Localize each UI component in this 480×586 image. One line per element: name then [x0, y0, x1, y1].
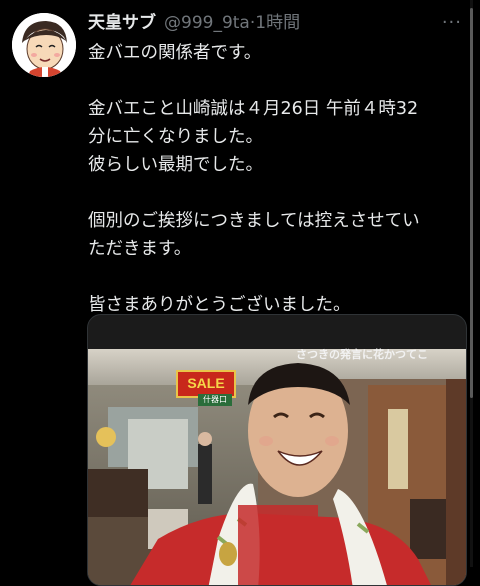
display-name[interactable]: 天皇サブ — [88, 12, 156, 34]
tweet-text-line: 彼らしい最期でした。 — [88, 155, 263, 175]
photo-store-interior — [88, 349, 466, 585]
tweet-text-line: 個別のご挨拶につきましては控えさせてい — [88, 211, 420, 231]
tweet-text-line: 金バエの関係者です。 — [88, 43, 262, 63]
user-handle[interactable]: @999_9ta — [164, 12, 250, 34]
store-sign: 什器口 — [198, 394, 232, 406]
tweet-text-line: 金バエこと山崎誠は４月26日 午前４時32 — [88, 99, 419, 119]
avatar[interactable] — [12, 13, 76, 77]
timestamp[interactable]: 1時間 — [255, 12, 300, 34]
video-caption: さつきの発言に花かつてこ — [296, 348, 428, 361]
more-options-icon[interactable]: ··· — [442, 12, 462, 34]
cartoon-avatar-icon — [12, 13, 76, 77]
tweet-text-line — [88, 263, 468, 291]
tweet-text-line: 分に亡くなりました。 — [88, 127, 263, 147]
scrollbar-thumb[interactable] — [470, 8, 473, 398]
tweet-text-line: ただきます。 — [88, 239, 192, 259]
media-attachment[interactable]: SALE 什器口 さつきの発言に花かつてこ — [87, 314, 467, 586]
tweet-text-line — [88, 179, 468, 207]
tweet-text: 金バエの関係者です。 金バエこと山崎誠は４月26日 午前４時32 分に亡くなりま… — [88, 39, 468, 319]
tweet-text-line — [88, 67, 468, 95]
tweet-header: 天皇サブ @999_9ta · 1時間 — [88, 12, 458, 34]
